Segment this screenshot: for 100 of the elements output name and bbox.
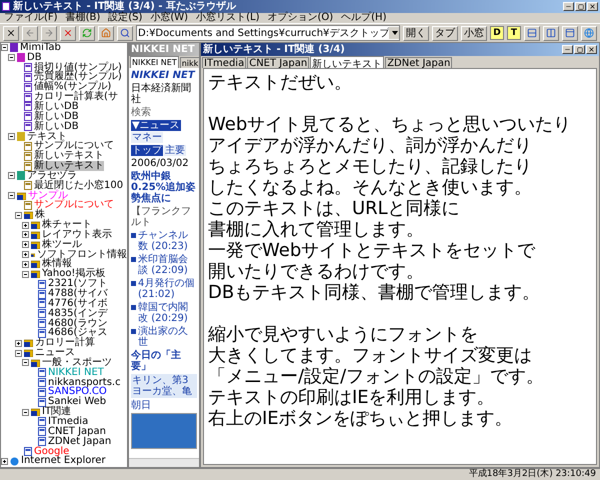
- promo-link[interactable]: ヨーカ堂、亀: [132, 386, 196, 397]
- close-button[interactable]: [3, 26, 19, 40]
- toggle-button[interactable]: T: [507, 26, 521, 40]
- nav-tab[interactable]: トップ: [131, 145, 163, 156]
- tree-item[interactable]: SANSPO.CO: [48, 387, 107, 398]
- expand-toggle[interactable]: [22, 251, 29, 258]
- toolbar-button[interactable]: 小窓: [461, 26, 487, 40]
- close-button[interactable]: [587, 2, 598, 11]
- toggle-button[interactable]: D: [490, 26, 504, 40]
- tree-item[interactable]: カロリー計算: [35, 338, 95, 348]
- tree-item[interactable]: テキスト: [27, 132, 67, 142]
- nav-tab[interactable]: マネー: [131, 132, 163, 143]
- tree-item[interactable]: 4776(サイボ: [48, 298, 108, 309]
- tree-item[interactable]: Sankei Web: [48, 397, 106, 408]
- close-button[interactable]: [586, 45, 597, 54]
- maximize-button[interactable]: [574, 45, 585, 54]
- tile-vertical-button[interactable]: [543, 26, 559, 40]
- collapse-toggle[interactable]: [22, 408, 29, 416]
- menu-item[interactable]: 小窓(W): [150, 13, 188, 23]
- home-button[interactable]: [98, 26, 114, 40]
- tree-item[interactable]: 株ツール: [42, 240, 82, 250]
- tree-item[interactable]: CNET Japan: [48, 426, 106, 437]
- forward-button[interactable]: [41, 26, 57, 40]
- menu-item[interactable]: オプション(O): [267, 13, 334, 23]
- news-link[interactable]: 4月発行の個 (21:02): [138, 278, 197, 300]
- search-button[interactable]: [117, 26, 133, 40]
- collapse-toggle[interactable]: [1, 44, 8, 52]
- tab[interactable]: ZDNet Japan: [385, 57, 452, 68]
- tree-item[interactable]: DB: [27, 52, 42, 63]
- back-button[interactable]: [22, 26, 38, 40]
- menu-item[interactable]: 書棚(B): [66, 13, 100, 23]
- tree-item[interactable]: 4788(サイバ: [48, 289, 108, 300]
- tab[interactable]: CNET Japan: [247, 57, 310, 68]
- stop-button[interactable]: [60, 26, 76, 40]
- tree-item[interactable]: 新しいDB: [34, 122, 79, 132]
- refresh-button[interactable]: [79, 26, 95, 40]
- folder-icon: [31, 221, 40, 230]
- tree-item[interactable]: 4835(インデ: [48, 308, 108, 319]
- tree-item[interactable]: Internet Explorer: [21, 456, 106, 466]
- more-link[interactable]: 今日の「主要」: [131, 350, 197, 372]
- tree-item[interactable]: 一般・スポーツ: [42, 358, 112, 368]
- collapse-toggle[interactable]: [8, 54, 15, 62]
- tree-item[interactable]: Google: [34, 446, 70, 457]
- menu-item[interactable]: 設定(S): [108, 13, 142, 23]
- side-link[interactable]: 朝日: [131, 400, 197, 411]
- expand-toggle[interactable]: [15, 340, 22, 347]
- browser-button[interactable]: [581, 26, 597, 40]
- collapse-toggle[interactable]: [22, 270, 29, 278]
- tree-item[interactable]: ITmedia: [48, 416, 88, 427]
- tree-item[interactable]: 4680(ラウン: [48, 318, 108, 329]
- menu-item[interactable]: ヘルプ(H): [341, 13, 386, 23]
- horizontal-scrollbar[interactable]: [129, 458, 199, 467]
- collapse-toggle[interactable]: [8, 133, 15, 140]
- expand-toggle[interactable]: [1, 458, 8, 465]
- tab[interactable]: NIKKEI NET: [130, 56, 179, 68]
- tree-item[interactable]: 株: [35, 210, 45, 220]
- tree-item[interactable]: 新しいテキスト: [34, 161, 104, 172]
- tree-item[interactable]: 新しいDB: [34, 112, 79, 122]
- toolbar-button[interactable]: 開く: [403, 26, 429, 40]
- tree-item[interactable]: 新しいDB: [34, 102, 79, 112]
- news-link[interactable]: 演出家の久世: [138, 326, 197, 348]
- expand-toggle[interactable]: [22, 260, 29, 268]
- news-link[interactable]: 米印首脳会談 (22:09): [138, 254, 197, 276]
- tree-item[interactable]: 株チャート: [42, 220, 92, 230]
- tree-item[interactable]: レイアウト表示: [42, 230, 112, 240]
- tree-item[interactable]: 最近閉じた小窓100: [34, 180, 124, 191]
- maximize-button[interactable]: [575, 2, 586, 11]
- tree-item[interactable]: 株情報: [42, 259, 72, 270]
- tab[interactable]: nikk: [180, 57, 200, 68]
- headline-link[interactable]: 欧州中銀0.25%追加姿勢焦点に: [131, 171, 197, 204]
- expand-toggle[interactable]: [22, 241, 29, 248]
- collapse-toggle[interactable]: [22, 359, 29, 366]
- tree-item[interactable]: アラセヅラ: [27, 170, 77, 181]
- menu-item[interactable]: 小窓リスト(L): [196, 13, 260, 23]
- cascade-button[interactable]: [562, 26, 578, 40]
- promo-link[interactable]: キリン、第3: [132, 375, 196, 386]
- tree-item[interactable]: IT関連: [42, 407, 72, 418]
- tree-item[interactable]: Yahoo!掲示板: [42, 269, 106, 280]
- address-field[interactable]: D:¥Documents and Settings¥curruch¥デスクトップ: [136, 25, 400, 41]
- tree-item[interactable]: nikkansports.c: [48, 378, 121, 388]
- collapse-toggle[interactable]: [8, 192, 15, 200]
- minimize-button[interactable]: [563, 2, 574, 11]
- news-link[interactable]: チャンネル数 (20:23): [138, 230, 197, 252]
- expand-toggle[interactable]: [22, 222, 29, 229]
- collapse-toggle[interactable]: [15, 212, 22, 219]
- tile-horizontal-button[interactable]: [524, 26, 540, 40]
- tab[interactable]: ITmedia: [202, 57, 246, 68]
- news-link[interactable]: 韓国で内閣改 (20:29): [138, 302, 197, 324]
- collapse-toggle[interactable]: [8, 172, 15, 180]
- toolbar-button[interactable]: タブ: [432, 26, 458, 40]
- tree-item[interactable]: ニュース: [35, 348, 75, 358]
- menu-item[interactable]: ファイル(F): [4, 13, 58, 23]
- expand-toggle[interactable]: [22, 231, 29, 238]
- folder-icon: [24, 349, 33, 358]
- tree-item[interactable]: 2321(ソフト: [48, 279, 108, 290]
- minimize-button[interactable]: [562, 45, 573, 54]
- nav-tab[interactable]: 主要: [164, 145, 186, 156]
- collapse-toggle[interactable]: [15, 350, 22, 357]
- nav-tab[interactable]: ▼ニュース: [131, 120, 181, 131]
- tree-item[interactable]: ZDNet Japan: [48, 436, 112, 447]
